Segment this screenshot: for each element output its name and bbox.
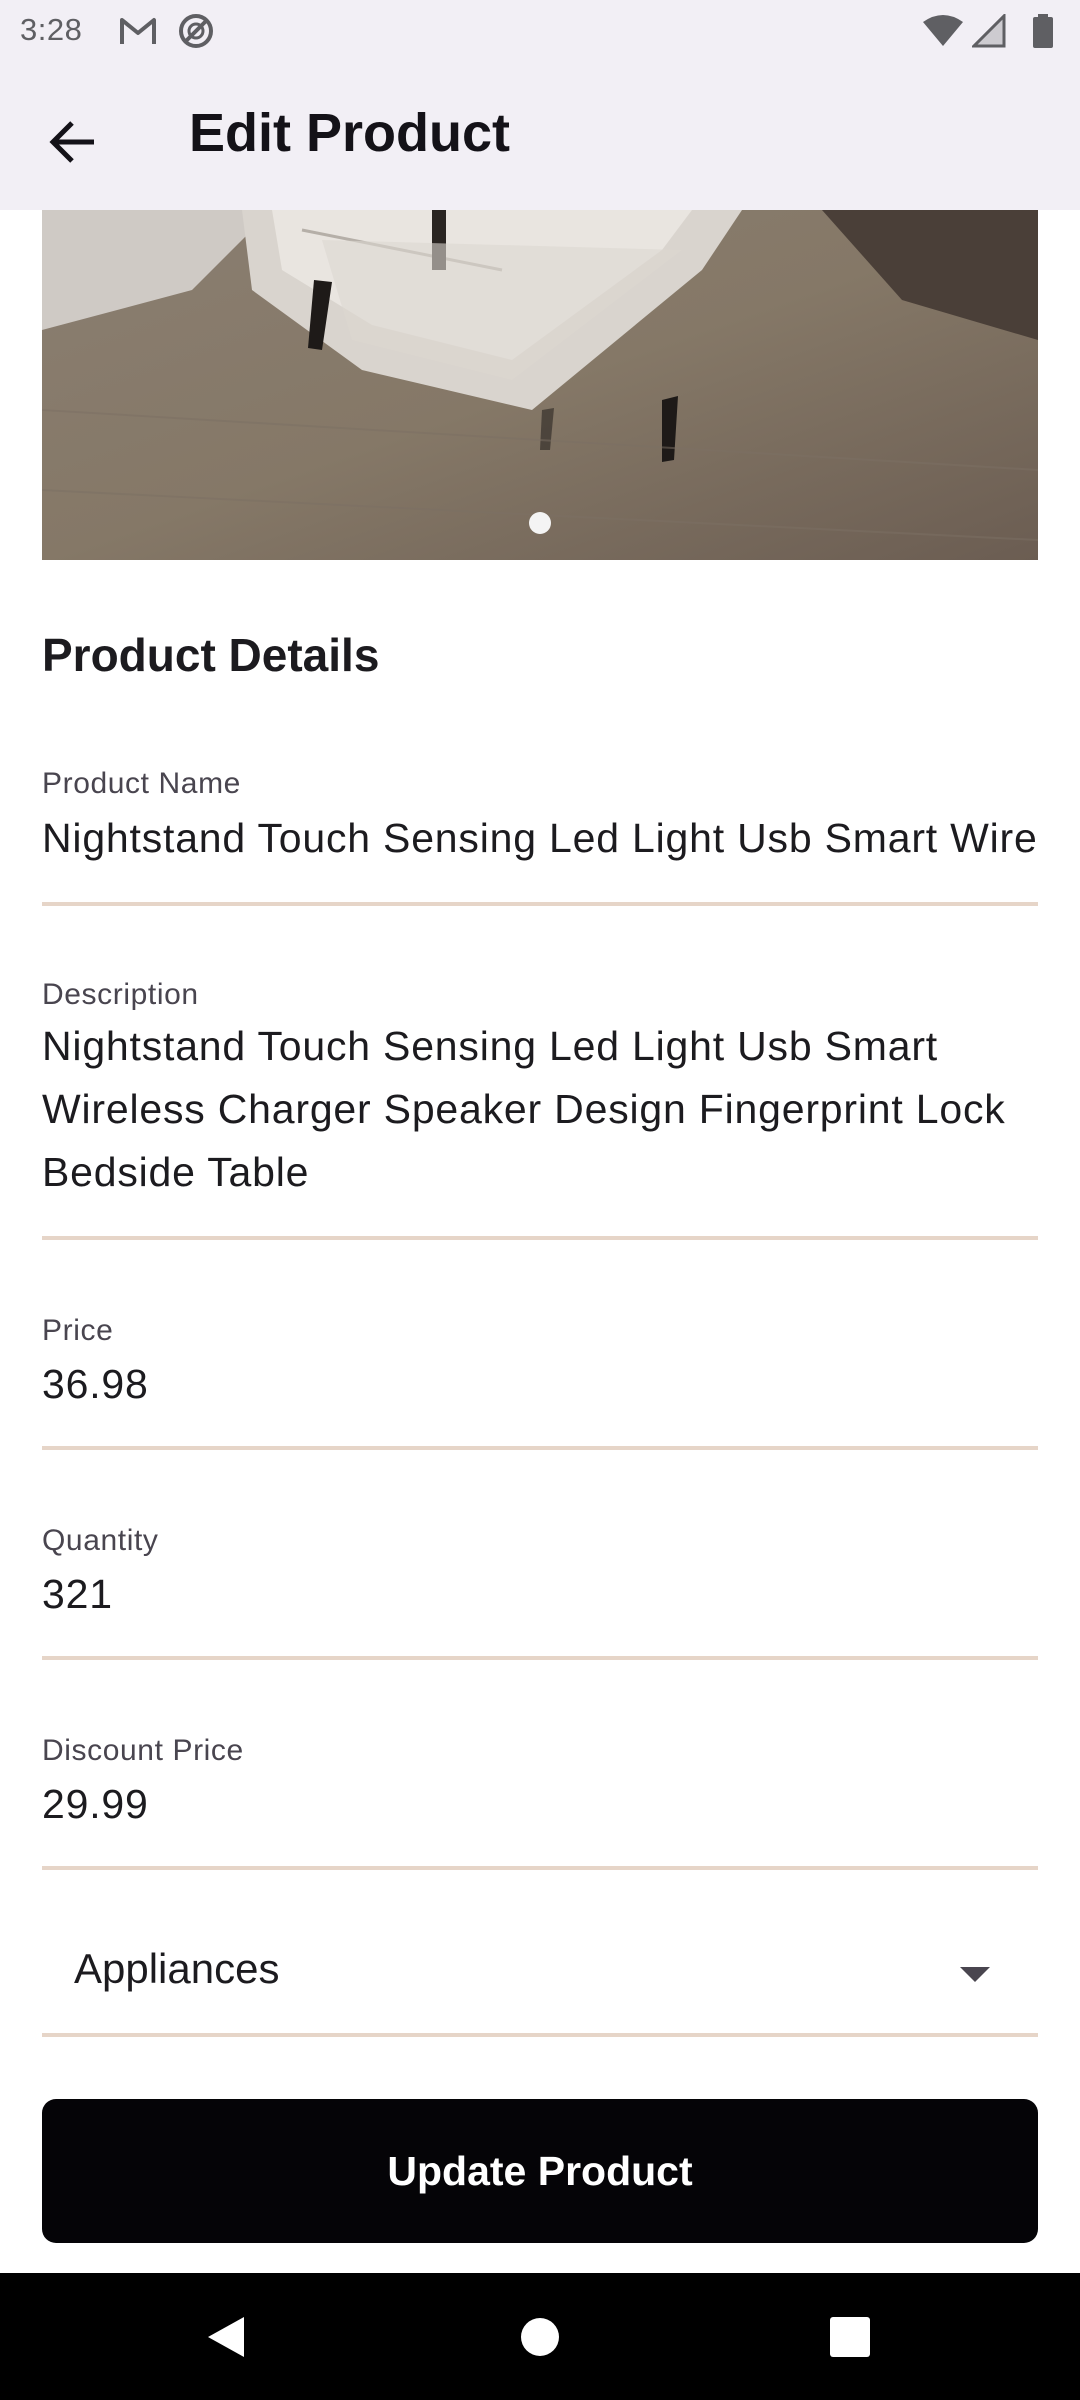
price-label: Price xyxy=(42,1314,114,1347)
nav-back-icon[interactable] xyxy=(202,2313,250,2361)
discount-price-input[interactable]: 29.99 xyxy=(42,1781,1038,1828)
section-title: Product Details xyxy=(42,629,380,681)
battery-icon xyxy=(1033,14,1053,48)
category-selected-value: Appliances xyxy=(74,1945,280,1992)
nav-home-icon[interactable] xyxy=(516,2313,564,2361)
system-navigation-bar xyxy=(0,2273,1080,2400)
gmail-icon xyxy=(120,18,156,44)
quantity-field[interactable]: Quantity 321 xyxy=(42,1516,1038,1660)
page-title: Edit Product xyxy=(189,103,510,163)
description-input[interactable]: Nightstand Touch Sensing Led Light Usb S… xyxy=(42,1015,1038,1204)
description-field[interactable]: Description Nightstand Touch Sensing Led… xyxy=(42,970,1038,1240)
do-not-disturb-icon xyxy=(179,14,213,48)
discount-price-field[interactable]: Discount Price 29.99 xyxy=(42,1726,1038,1870)
update-product-button[interactable]: Update Product xyxy=(42,2099,1038,2243)
product-name-input[interactable]: Nightstand Touch Sensing Led Light Usb S… xyxy=(42,815,1038,862)
status-bar: 3:28 xyxy=(0,0,1080,62)
back-button[interactable] xyxy=(34,102,114,182)
arrow-back-icon xyxy=(49,121,94,163)
category-dropdown[interactable]: Appliances xyxy=(42,1905,1038,2037)
status-time: 3:28 xyxy=(20,12,83,47)
product-image-carousel[interactable] xyxy=(42,210,1038,560)
carousel-indicator-dot xyxy=(529,512,551,534)
app-bar: Edit Product xyxy=(0,62,1080,210)
product-name-field[interactable]: Product Name Nightstand Touch Sensing Le… xyxy=(42,760,1038,906)
arrow-drop-down-icon xyxy=(960,1967,990,1982)
nav-recents-icon[interactable] xyxy=(826,2313,874,2361)
description-label: Description xyxy=(42,978,199,1011)
product-name-label: Product Name xyxy=(42,767,241,800)
price-field[interactable]: Price 36.98 xyxy=(42,1306,1038,1450)
price-input[interactable]: 36.98 xyxy=(42,1361,1038,1408)
product-image xyxy=(42,210,1038,560)
cell-signal-icon xyxy=(972,14,1006,48)
quantity-label: Quantity xyxy=(42,1524,159,1557)
discount-price-label: Discount Price xyxy=(42,1734,244,1767)
wifi-icon xyxy=(923,15,963,46)
quantity-input[interactable]: 321 xyxy=(42,1571,1038,1618)
